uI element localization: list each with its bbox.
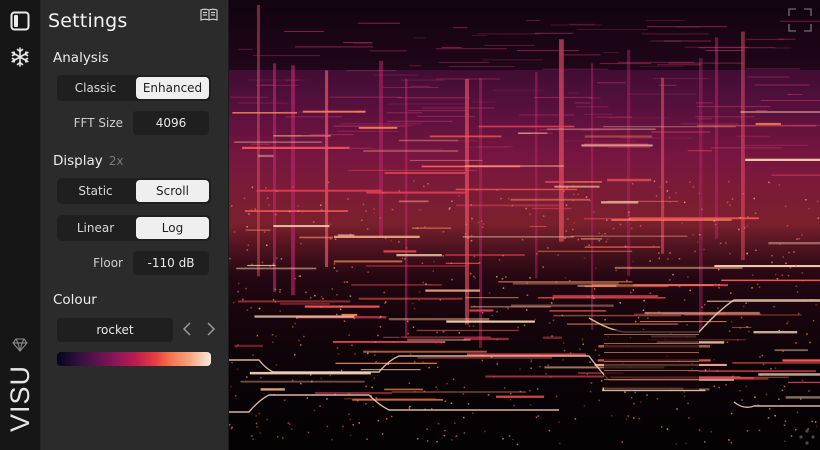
colormap-select[interactable]: rocket — [57, 318, 173, 342]
sidebar-toggle-icon[interactable] — [8, 9, 32, 33]
chevron-left-icon[interactable] — [181, 321, 193, 340]
colour-heading: Colour — [53, 292, 97, 308]
panel-title: Settings — [48, 10, 128, 32]
analysis-mode-toggle: Classic Enhanced — [57, 75, 211, 101]
floor-label: Floor — [93, 256, 123, 270]
scale-log-button[interactable]: Log — [136, 217, 209, 239]
mode-enhanced-button[interactable]: Enhanced — [136, 77, 209, 99]
colormap-gradient-preview — [57, 352, 211, 366]
svg-text:VISU: VISU — [5, 365, 35, 432]
display-scale-toggle: Linear Log — [57, 215, 211, 241]
display-heading: Display 2x — [53, 153, 124, 169]
floor-row: Floor -110 dB — [57, 251, 211, 275]
fft-size-label: FFT Size — [73, 116, 123, 130]
mode-classic-button[interactable]: Classic — [59, 77, 132, 99]
icon-rail: VISU — [0, 0, 41, 450]
snowflake-icon[interactable] — [8, 45, 32, 69]
settings-panel: Settings Analysis Classic Enhanced FFT S… — [41, 0, 228, 450]
fft-size-row: FFT Size 4096 — [57, 111, 211, 135]
colormap-arrows — [181, 318, 217, 342]
chevron-right-icon[interactable] — [205, 321, 217, 340]
scale-linear-button[interactable]: Linear — [59, 217, 132, 239]
spectrogram-view — [229, 0, 820, 450]
analysis-heading: Analysis — [53, 50, 109, 66]
spectrogram-canvas — [229, 0, 820, 450]
fullscreen-icon[interactable] — [788, 8, 812, 32]
visu-logo: VISU — [5, 365, 35, 432]
motion-static-button[interactable]: Static — [59, 180, 132, 202]
gem-icon[interactable] — [8, 333, 32, 357]
resize-grip-icon[interactable] — [798, 428, 816, 446]
motion-scroll-button[interactable]: Scroll — [136, 180, 209, 202]
floor-input[interactable]: -110 dB — [133, 251, 209, 275]
book-icon[interactable] — [200, 7, 218, 21]
display-scale-hint: 2x — [108, 154, 124, 168]
fft-size-input[interactable]: 4096 — [133, 111, 209, 135]
display-motion-toggle: Static Scroll — [57, 178, 211, 204]
